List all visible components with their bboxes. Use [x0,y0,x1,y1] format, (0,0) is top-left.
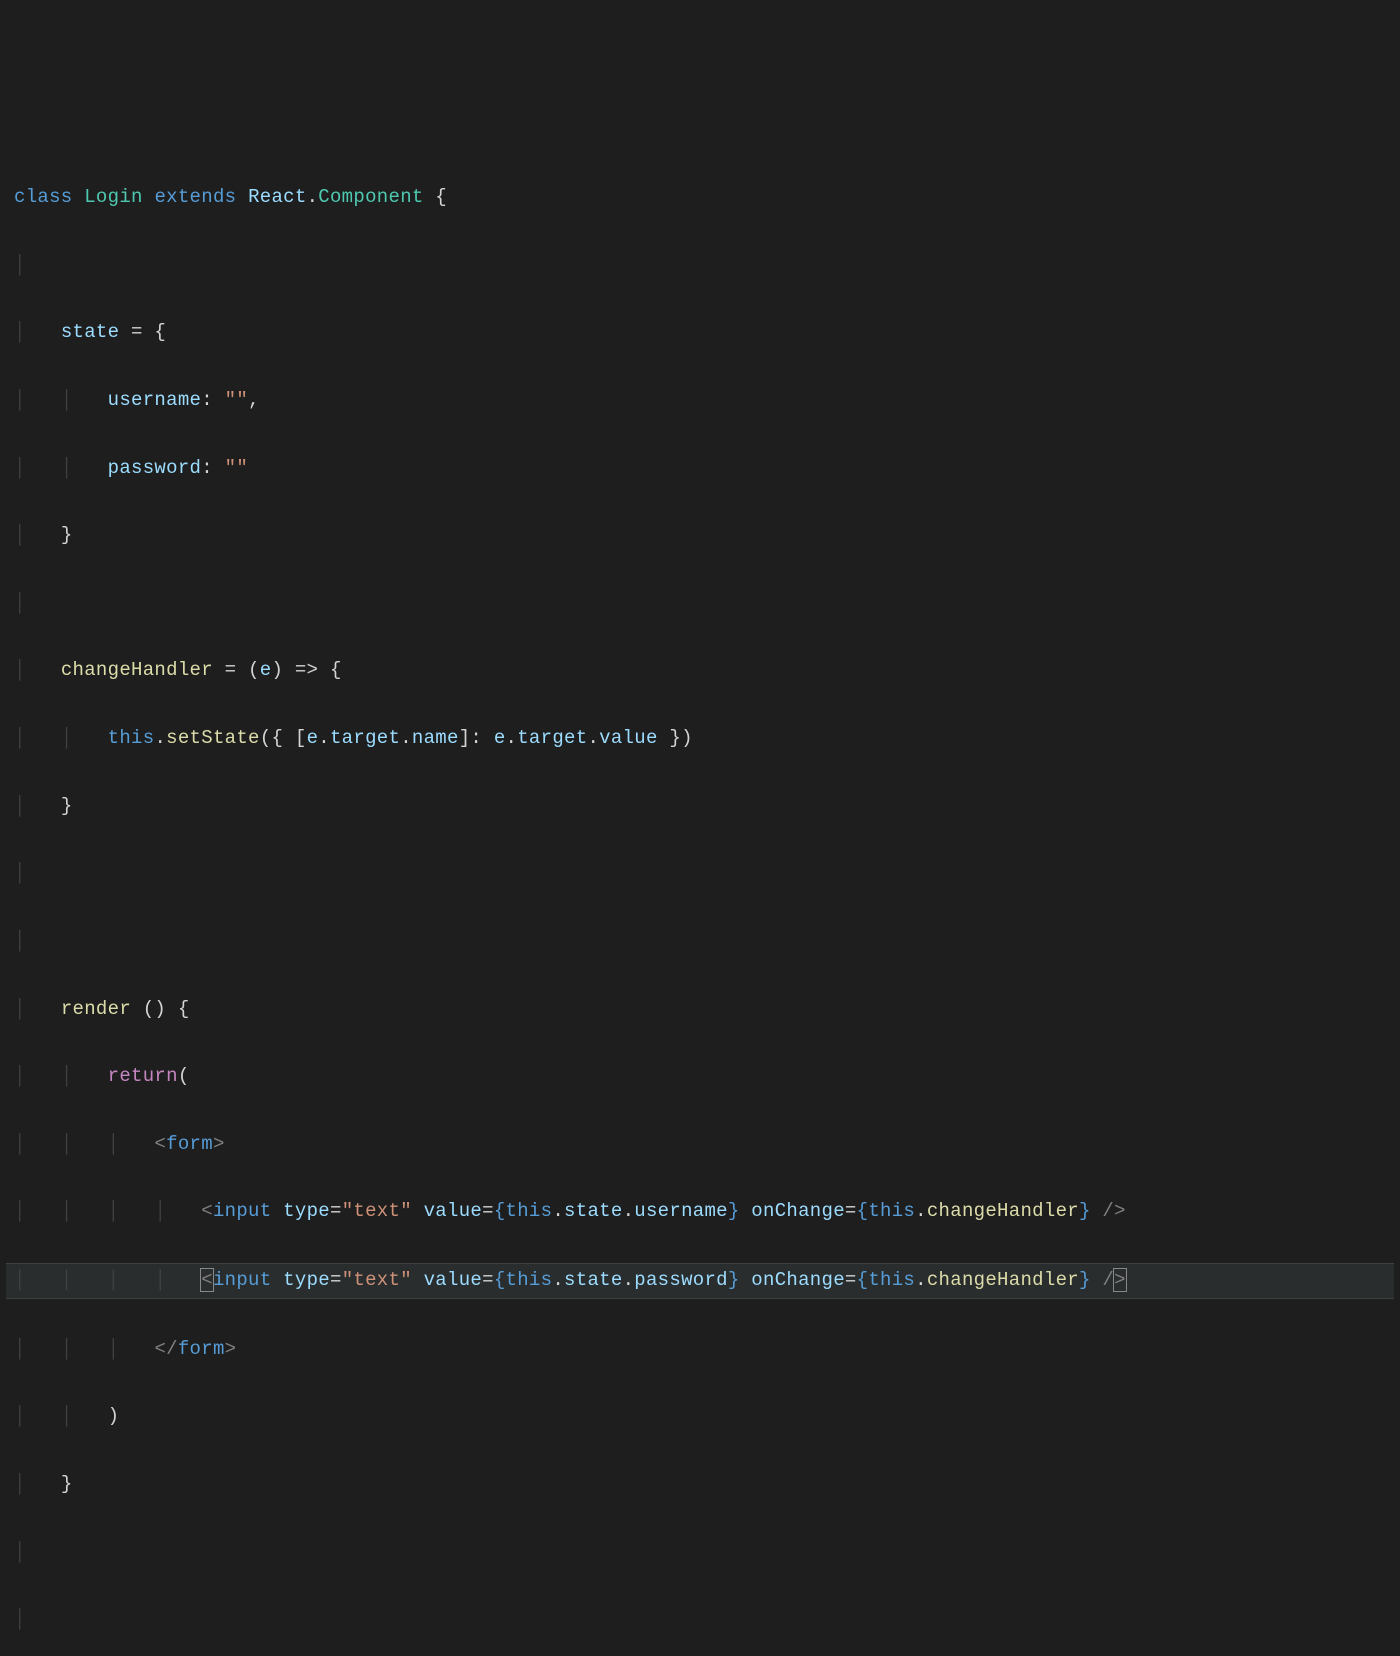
code-line-8: │ changeHandler = (e) => { [6,654,1394,688]
code-line-16: │ │ │ │ <input type="text" value={this.s… [6,1195,1394,1229]
code-line-13: │ render () { [6,993,1394,1027]
code-line-6: │ } [6,519,1394,553]
code-line-9: │ │ this.setState({ [e.target.name]: e.t… [6,722,1394,756]
code-line-14: │ │ return( [6,1060,1394,1094]
code-line-20: │ } [6,1468,1394,1502]
code-line-12: │ [6,925,1394,959]
code-line-17-current: │ │ │ │ <input type="text" value={this.s… [6,1263,1394,1299]
code-line-2: │ [6,249,1394,283]
code-line-11: │ [6,857,1394,891]
code-line-18: │ │ │ </form> [6,1333,1394,1367]
code-line-4: │ │ username: "", [6,384,1394,418]
code-line-22: │ [6,1603,1394,1637]
code-line-1: class Login extends React.Component { [6,181,1394,215]
code-line-15: │ │ │ <form> [6,1128,1394,1162]
code-line-10: │ } [6,790,1394,824]
code-line-19: │ │ ) [6,1400,1394,1434]
code-line-5: │ │ password: "" [6,452,1394,486]
code-editor[interactable]: class Login extends React.Component { │ … [6,147,1394,1656]
code-line-3: │ state = { [6,316,1394,350]
code-line-21: │ [6,1536,1394,1570]
code-line-7: │ [6,587,1394,621]
